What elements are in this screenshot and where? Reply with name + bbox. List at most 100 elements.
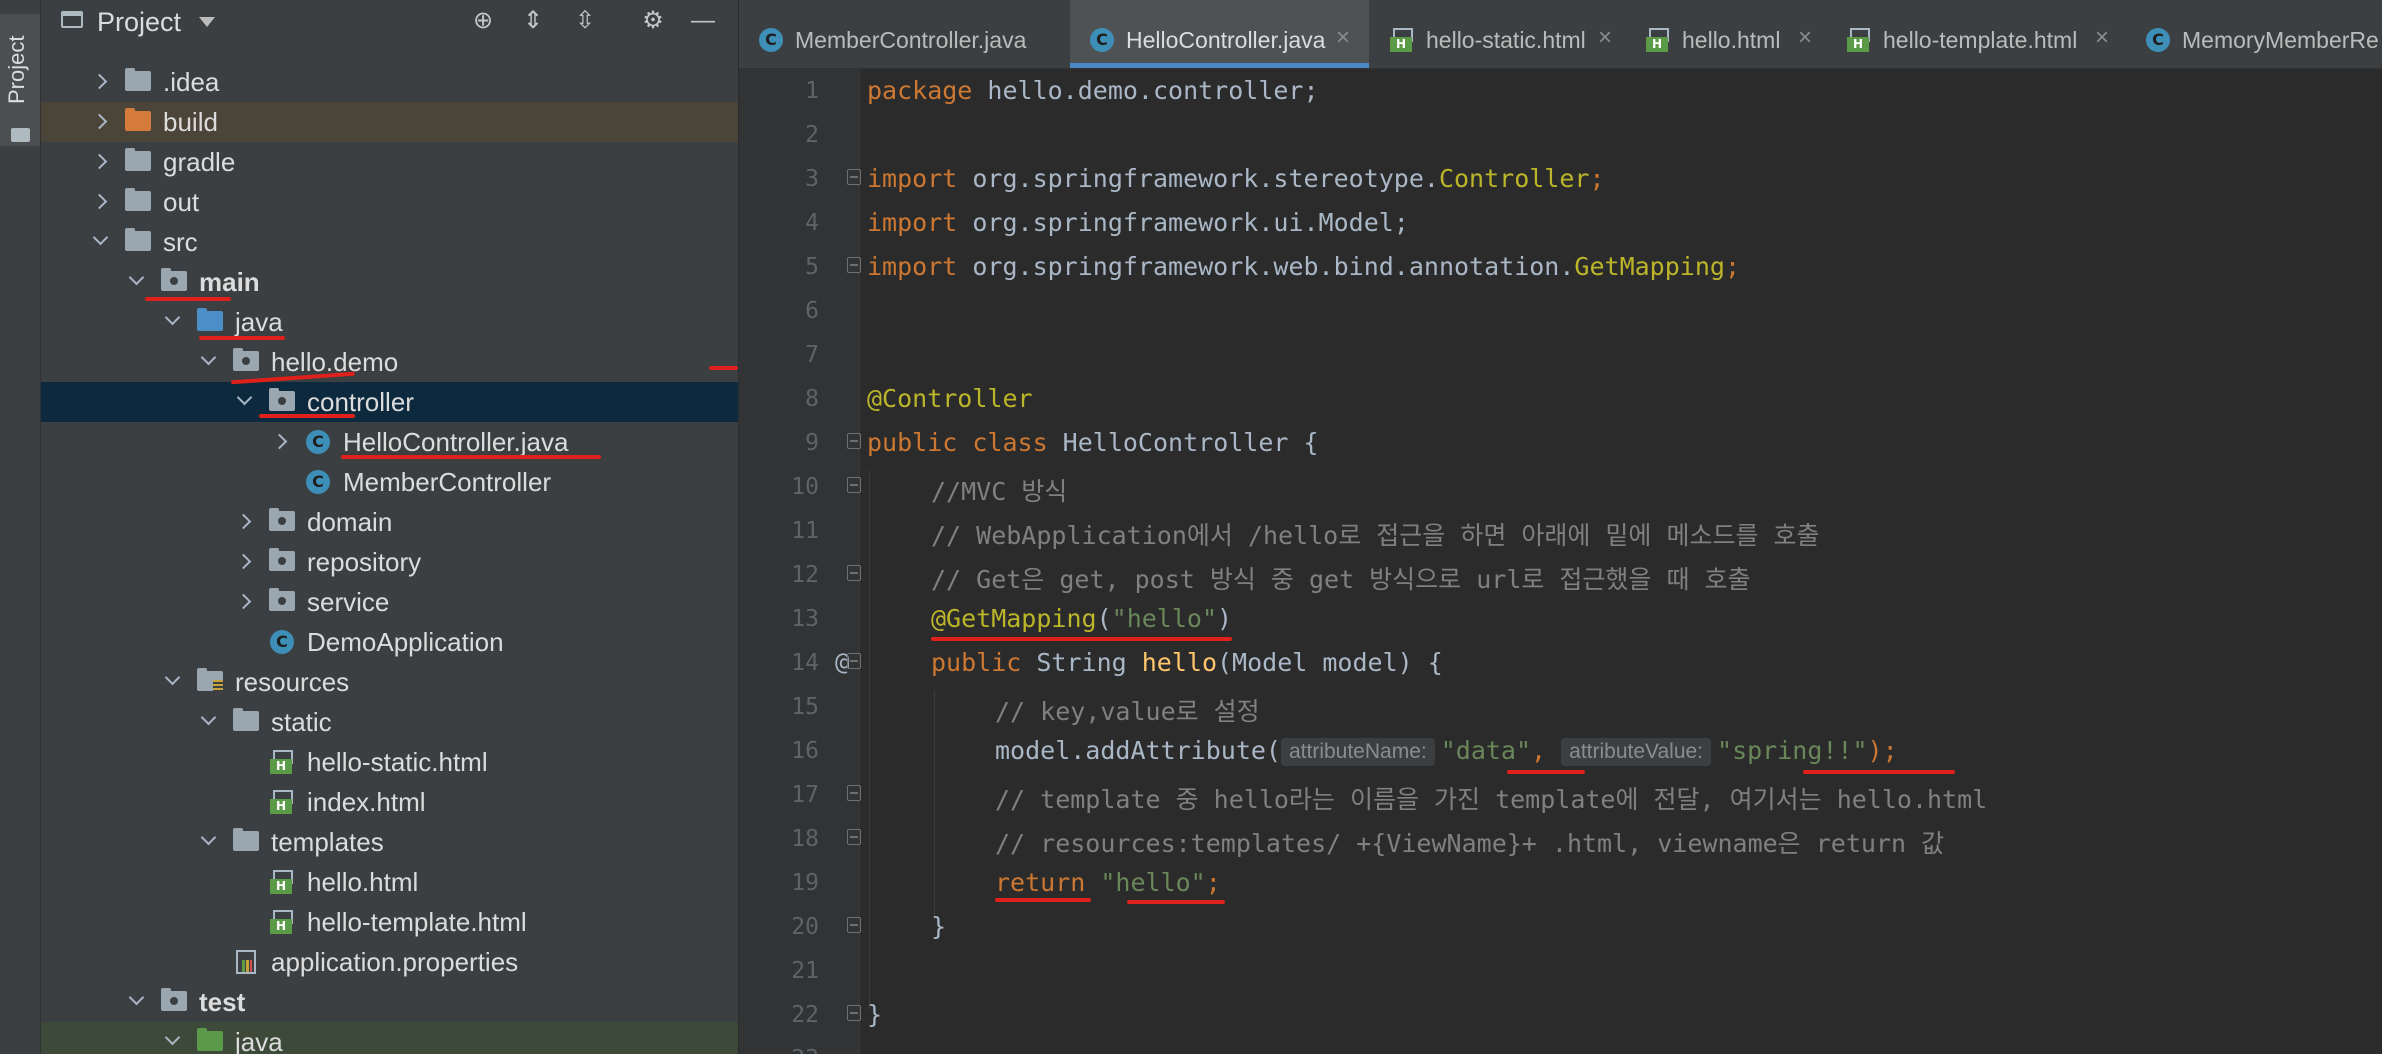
chevron-down-icon[interactable] [162,670,182,692]
close-icon[interactable]: × [1336,24,1350,52]
code-line-13[interactable]: @GetMapping("hello") [931,604,1232,633]
fold-marker-icon[interactable] [847,785,861,801]
fold-marker-icon[interactable] [847,433,861,449]
chevron-right-icon[interactable] [90,70,110,92]
tree-item-label: hello.html [307,867,419,897]
tree-item-java[interactable]: java [41,302,738,342]
punctuation: , [1531,736,1562,765]
tab-membercontroller[interactable]: C MemberController.java [739,0,1069,68]
fold-marker-icon[interactable] [847,653,861,669]
code-line-4[interactable]: import org.springframework.ui.Model; [867,208,1409,237]
tree-item-resources[interactable]: resources [41,662,738,702]
chevron-right-icon[interactable] [234,550,254,572]
tab-label: hello-template.html [1883,27,2078,53]
tab-hellocontroller[interactable]: C HelloController.java × [1070,0,1369,68]
code-line-5[interactable]: import org.springframework.web.bind.anno… [867,252,1740,281]
code-line-12[interactable]: // Get은 get, post 방식 중 get 방식으로 url로 접근했… [931,560,1751,596]
tab-hello-html[interactable]: hello.html × [1626,0,1826,68]
fold-marker-icon[interactable] [847,565,861,581]
tree-item-application-properties[interactable]: application.properties [41,942,738,982]
chevron-down-icon[interactable] [162,310,182,332]
line-number: 1 [805,78,819,104]
tree-item-label: src [163,227,198,257]
chevron-right-icon[interactable] [234,590,254,612]
tree-item-service[interactable]: service [41,582,738,622]
chevron-down-icon[interactable] [198,830,218,852]
fold-marker-icon[interactable] [847,829,861,845]
tree-item-hello-html[interactable]: hello.html [41,862,738,902]
tree-item-demoapplication[interactable]: C DemoApplication [41,622,738,662]
fold-marker-icon[interactable] [847,477,861,493]
tab-label: MemoryMemberRe [2182,27,2379,53]
code-line-17[interactable]: // template 중 hello라는 이름을 가진 template에 전… [995,780,1987,816]
hide-panel-icon[interactable]: — [689,8,717,34]
tab-hello-static-html[interactable]: hello-static.html × [1370,0,1625,68]
code-line-14[interactable]: public String hello(Model model) { [931,648,1443,677]
collapse-all-icon[interactable]: ⇳ [571,8,599,34]
module-folder-icon [161,268,187,291]
code-line-3[interactable]: import org.springframework.stereotype.Co… [867,164,1605,193]
code-line-11[interactable]: // WebApplication에서 /hello로 접근을 하면 아래에 밑… [931,516,1820,552]
tree-item-out[interactable]: out [41,182,738,222]
code-line-22[interactable]: } [867,1000,882,1029]
fold-marker-icon[interactable] [847,257,861,273]
gear-icon[interactable]: ⚙ [639,8,667,34]
tree-item-test-java[interactable]: java [41,1022,738,1054]
tree-item-domain[interactable]: domain [41,502,738,542]
chevron-right-icon[interactable] [90,190,110,212]
expand-all-icon[interactable]: ⇕ [519,8,547,34]
tree-item-hello-demo[interactable]: hello.demo [41,342,738,382]
line-number: 15 [791,694,819,720]
code-line-15[interactable]: // key,value로 설정 [995,692,1260,728]
fold-marker-icon[interactable] [847,1005,861,1021]
tree-item-hello-template-html[interactable]: hello-template.html [41,902,738,942]
code-line-18[interactable]: // resources:templates/ +{ViewName}+ .ht… [995,824,1944,860]
chevron-down-icon[interactable] [234,390,254,412]
tree-item-main[interactable]: main [41,262,738,302]
tree-item-build[interactable]: build [41,102,738,142]
code-line-16[interactable]: model.addAttribute(attributeName: "data",… [995,736,1898,766]
tree-item-controller[interactable]: controller [41,382,738,422]
chevron-right-icon[interactable] [234,510,254,532]
close-icon[interactable]: × [2095,24,2109,52]
chevron-down-icon[interactable] [198,350,218,372]
fold-marker-icon[interactable] [847,169,861,185]
chevron-right-icon[interactable] [90,150,110,172]
code-line-20[interactable]: } [931,912,946,941]
tree-item-static[interactable]: static [41,702,738,742]
tab-label: MemberController.java [795,27,1027,53]
tree-item-repository[interactable]: repository [41,542,738,582]
close-icon[interactable]: × [1798,24,1812,52]
tree-item-test[interactable]: test [41,982,738,1022]
chevron-right-icon[interactable] [90,110,110,132]
chevron-down-icon[interactable] [162,1030,182,1052]
parameter-hint: attributeName: [1280,738,1435,766]
tree-item-membercontroller[interactable]: C MemberController [41,462,738,502]
project-tool-window-button[interactable]: Project [0,14,40,146]
chevron-down-icon[interactable] [126,270,146,292]
fold-marker-icon[interactable] [847,917,861,933]
tree-item-templates[interactable]: templates [41,822,738,862]
locate-icon[interactable]: ⊕ [469,8,497,34]
project-view-selector[interactable]: Project [97,7,181,38]
code-line-9[interactable]: public class HelloController { [867,428,1319,457]
code-line-8[interactable]: @Controller [867,384,1033,413]
code-line-10[interactable]: //MVC 방식 [931,472,1067,508]
tree-item-hello-static-html[interactable]: hello-static.html [41,742,738,782]
tree-item-gradle[interactable]: gradle [41,142,738,182]
code-text: org.springframework.ui.Model; [957,208,1409,237]
chevron-right-icon[interactable] [270,430,290,452]
string-literal: "hello" [1111,604,1217,633]
tree-item-idea[interactable]: .idea [41,62,738,102]
tree-item-index-html[interactable]: index.html [41,782,738,822]
code-line-19[interactable]: return "hello"; [995,868,1221,897]
chevron-down-icon[interactable] [126,990,146,1012]
tab-hello-template-html[interactable]: hello-template.html × [1827,0,2125,68]
code-line-1[interactable]: package hello.demo.controller; [867,76,1319,105]
tab-memorymemberrepository[interactable]: C MemoryMemberRe [2126,0,2382,68]
chevron-down-icon[interactable] [199,17,215,27]
tree-item-src[interactable]: src [41,222,738,262]
chevron-down-icon[interactable] [90,230,110,252]
chevron-down-icon[interactable] [198,710,218,732]
close-icon[interactable]: × [1598,24,1612,52]
